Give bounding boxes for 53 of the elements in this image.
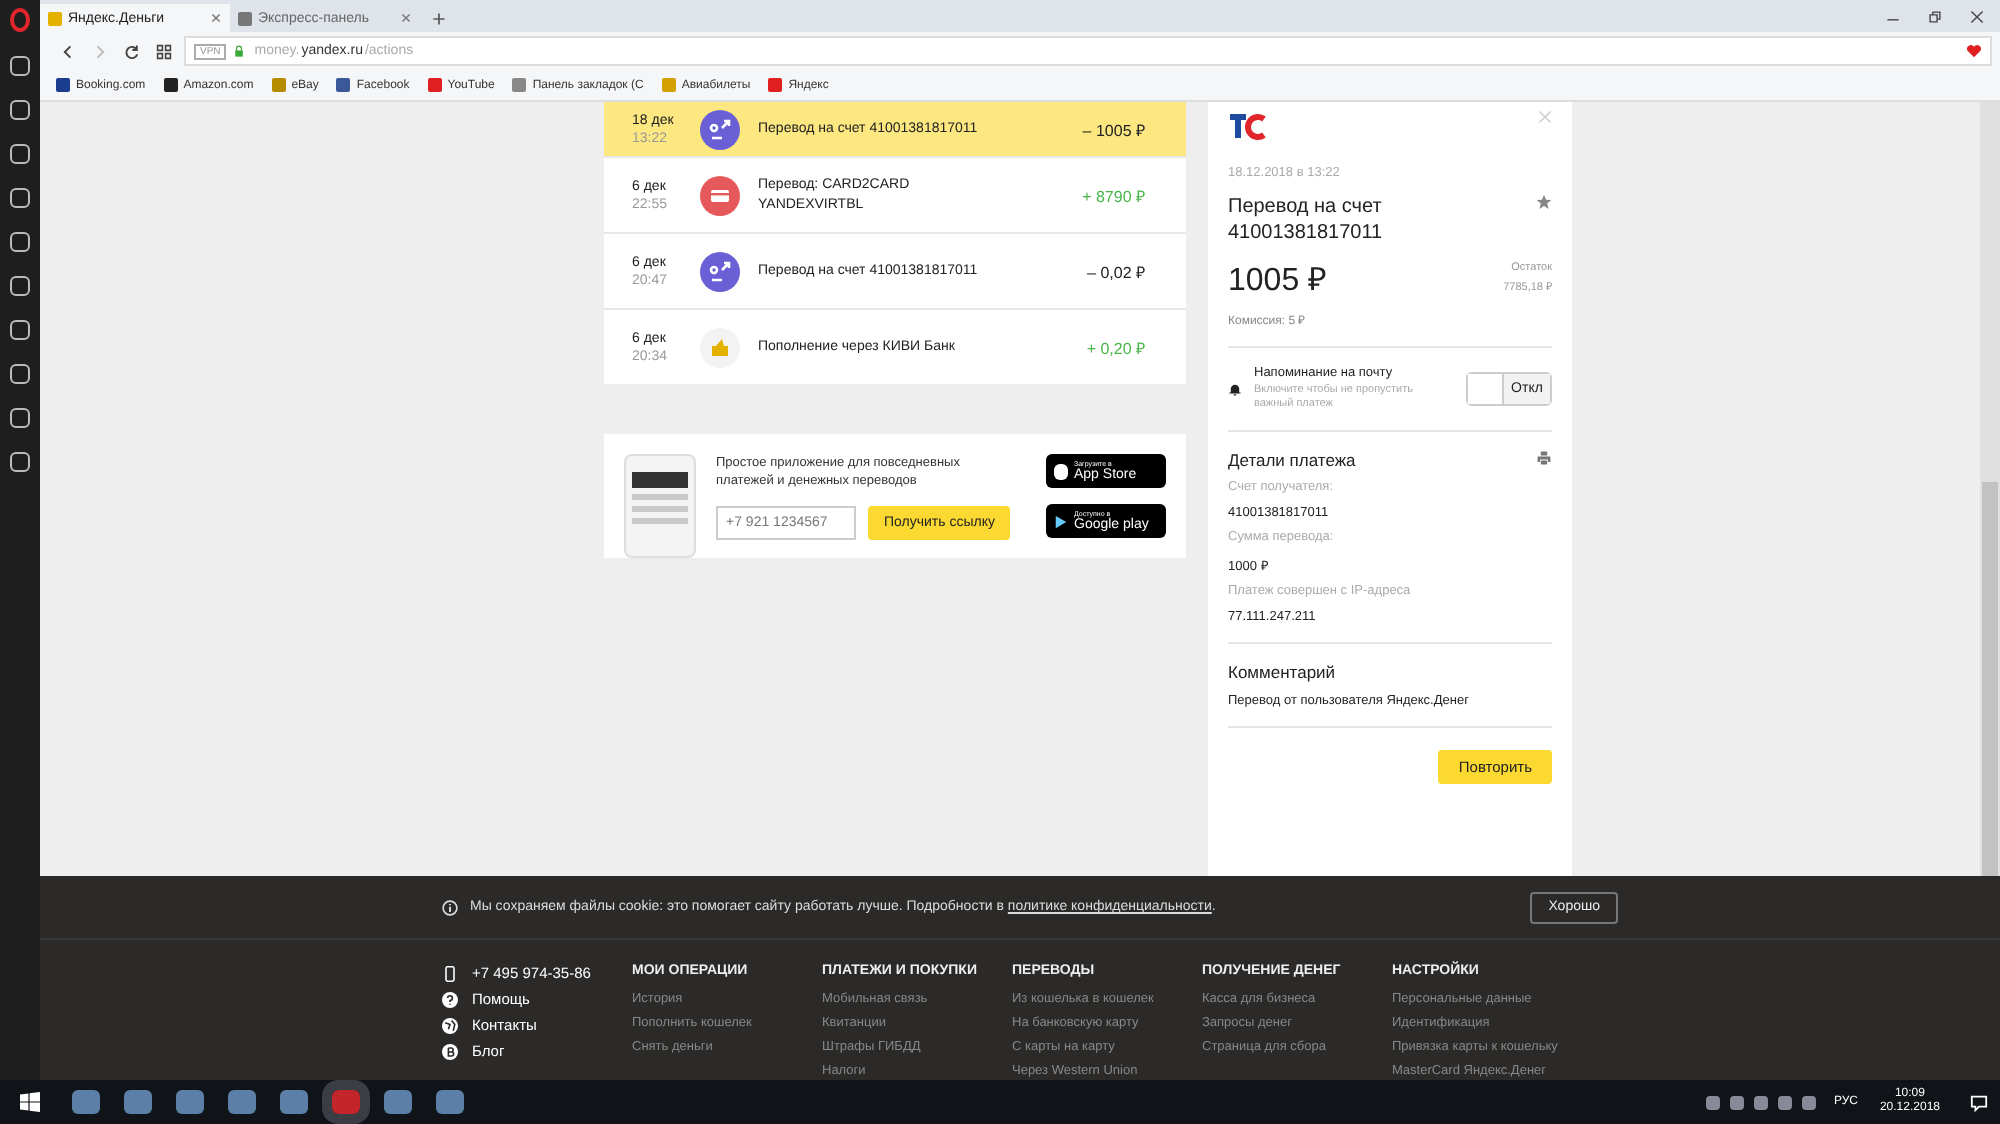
reload-icon[interactable] (124, 43, 140, 59)
taskbar-app-icon[interactable] (124, 1090, 152, 1114)
scrollbar[interactable] (1980, 102, 2000, 876)
section-title: Комментарий (1228, 662, 1338, 682)
taskbar-app-icon[interactable] (436, 1090, 464, 1114)
taskbar-app-icon[interactable] (72, 1090, 100, 1114)
operation-amount: + 0,20 ₽ (1086, 338, 1146, 358)
phone-icon (442, 965, 458, 981)
operation-amount: + 8790 ₽ (1082, 186, 1146, 206)
payment-amount: 1005 ₽ (1228, 262, 1327, 300)
wallet-icon (700, 327, 740, 367)
recipient-logo-icon (1228, 110, 1268, 144)
notification-icon[interactable] (1970, 1093, 1988, 1111)
new-tab-icon[interactable] (432, 12, 446, 26)
star-icon[interactable] (1536, 194, 1552, 210)
heart-icon[interactable] (1966, 44, 1982, 58)
windows-start-icon[interactable] (20, 1092, 40, 1112)
card-icon (700, 175, 740, 215)
sidebar-icon[interactable] (10, 232, 30, 252)
blog-icon (442, 1043, 458, 1059)
close-icon[interactable] (210, 12, 222, 24)
sidebar-icon[interactable] (10, 100, 30, 120)
back-icon[interactable] (60, 43, 76, 59)
tab-icon (238, 11, 252, 25)
taskbar-app-icon[interactable] (228, 1090, 256, 1114)
restore-icon[interactable] (1928, 9, 1942, 23)
section-title: Детали платежа (1228, 450, 1356, 470)
operation-amount: – 1005 ₽ (1082, 120, 1146, 140)
info-icon (442, 899, 458, 915)
operation-amount: – 0,02 ₽ (1087, 262, 1146, 282)
transfer-icon (700, 251, 740, 291)
sidebar-icon[interactable] (10, 188, 30, 208)
close-icon[interactable] (400, 12, 412, 24)
sidebar-icon[interactable] (10, 276, 30, 296)
help-icon (442, 991, 458, 1007)
sidebar-icon[interactable] (10, 320, 30, 340)
payment-title: Перевод на счет 41001381817011 (1228, 194, 1385, 246)
sidebar-icon[interactable] (10, 56, 30, 76)
grid-icon[interactable] (156, 43, 172, 59)
lock-icon (234, 44, 245, 58)
tab-icon (48, 11, 62, 25)
taskbar-app-icon[interactable] (384, 1090, 412, 1114)
close-icon[interactable] (1970, 9, 1984, 23)
browser-logo-icon[interactable] (10, 8, 30, 32)
sidebar-icon[interactable] (10, 144, 30, 164)
printer-icon[interactable] (1536, 450, 1552, 466)
taskbar-app-icon[interactable] (176, 1090, 204, 1114)
sidebar-icon[interactable] (10, 452, 30, 472)
bell-icon (1228, 382, 1242, 396)
sidebar-icon[interactable] (10, 408, 30, 428)
transfer-icon (700, 109, 740, 149)
taskbar-app-icon[interactable] (280, 1090, 308, 1114)
sidebar-icon[interactable] (10, 364, 30, 384)
